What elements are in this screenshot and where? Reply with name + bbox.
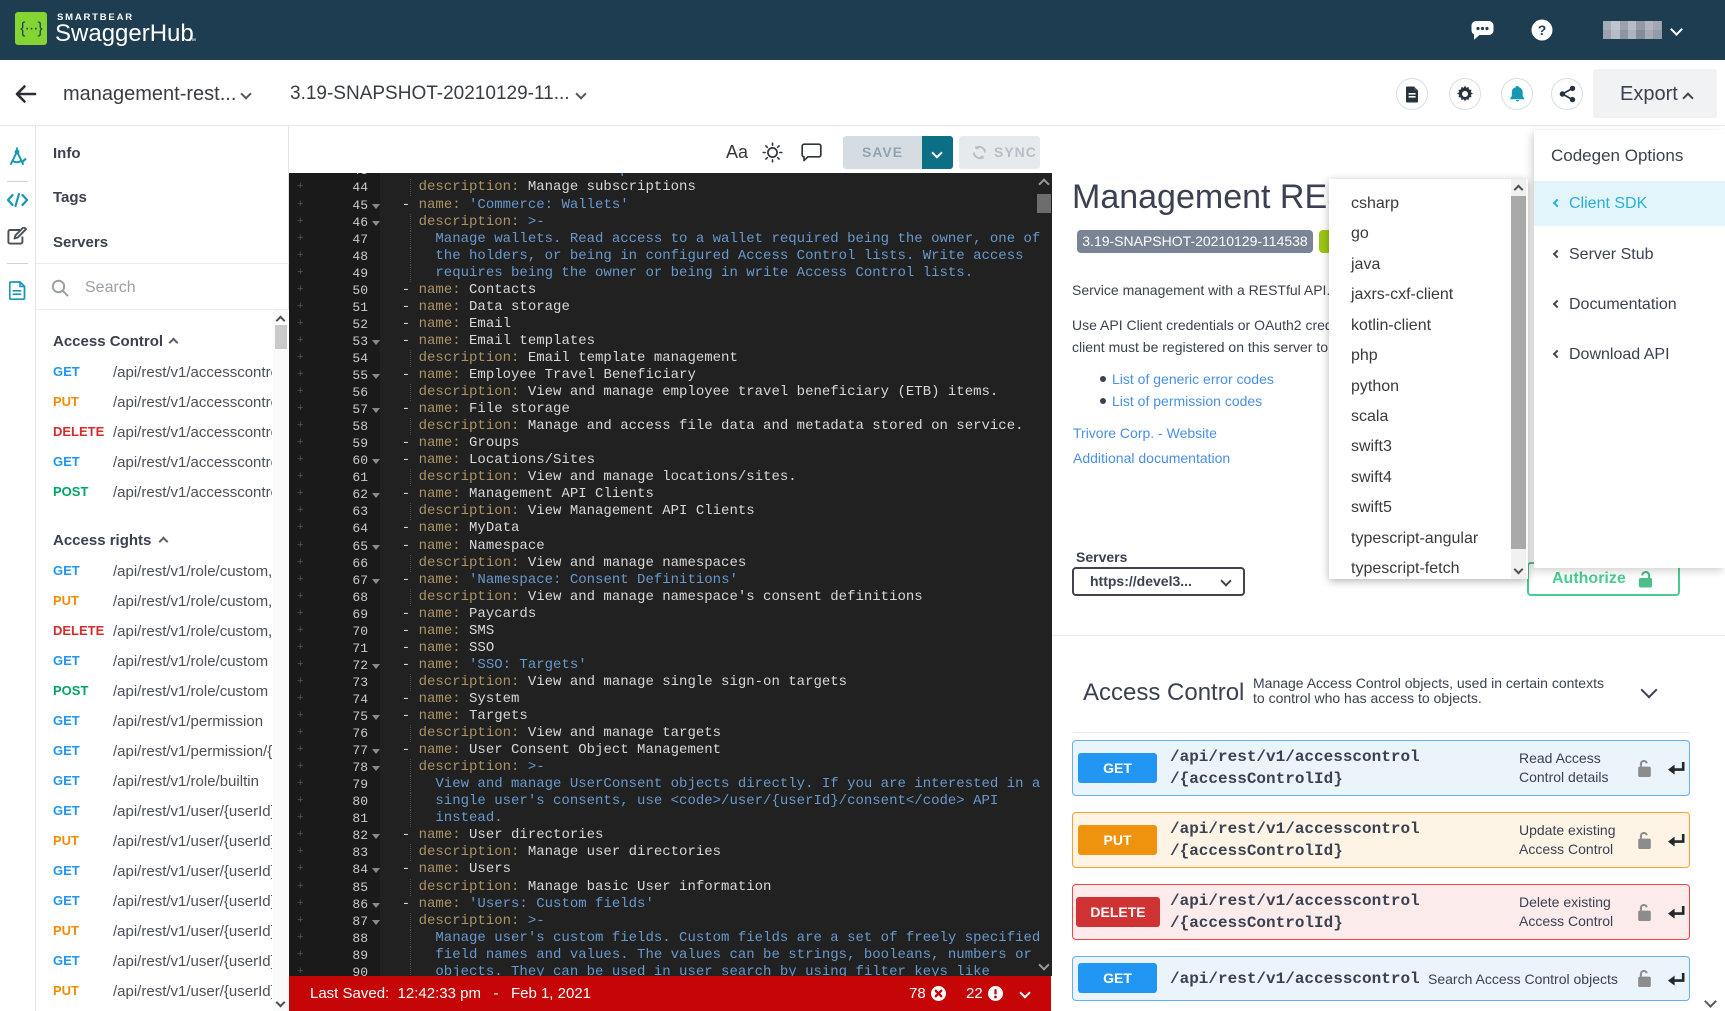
svg-text:?: ? — [1538, 22, 1547, 38]
